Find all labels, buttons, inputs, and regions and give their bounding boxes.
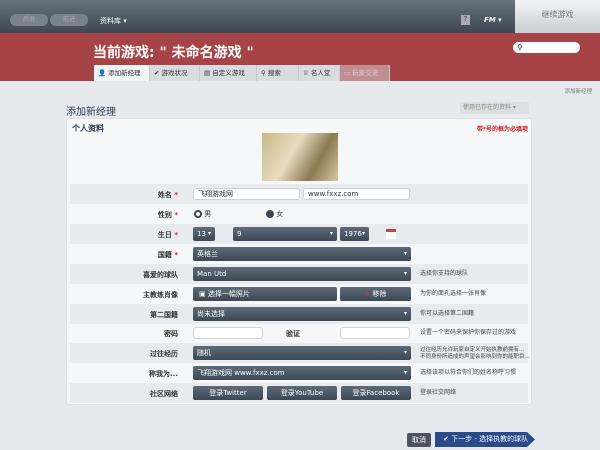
- manager-photo: [262, 133, 338, 181]
- top-bar: [0, 0, 600, 33]
- history-help-1: 过往经历允许玩家自定义开始执教前拥有...: [420, 347, 525, 353]
- tab-hall-of-fame[interactable]: ♕ 名人堂: [299, 65, 340, 81]
- next-step-button[interactable]: ✔ 下一步 - 选择执教的球队: [435, 432, 535, 447]
- library-label: 资料库: [100, 17, 121, 25]
- use-existing-label: 使用已存在的资料: [463, 104, 512, 111]
- tab-add-manager[interactable]: 👤 添加新经理: [94, 65, 150, 81]
- nationality-select[interactable]: 英格兰 ▾: [193, 247, 411, 261]
- chat-icon: ▭: [344, 69, 351, 77]
- portrait-help: 为你的面孔选择一张肖像: [420, 290, 487, 297]
- second-nat-select[interactable]: 尚未选择 ▾: [193, 307, 411, 321]
- image-icon: ▣: [199, 290, 206, 298]
- fav-team-label: 喜爱的球队: [143, 271, 178, 279]
- row-second-nat: 第二国籍 尚未选择 ▾ 你可以选择第二国籍: [70, 304, 528, 324]
- history-select[interactable]: 随机 ▾: [193, 346, 411, 360]
- row-dob: 生日 * 13 ▾ 9 ▾ 1976 ▾: [70, 224, 528, 244]
- continue-game-button[interactable]: 继续游戏: [515, 0, 600, 33]
- male-label: 男: [204, 210, 212, 218]
- row-history: 过往经历 随机 ▾ 过往经历允许玩家自定义开始执教前拥有... 不同身份所造成的声望…: [70, 343, 530, 363]
- tab-label: 玩家交流: [352, 69, 379, 77]
- breadcrumb: 添加新经理: [564, 89, 592, 95]
- password-input[interactable]: [193, 327, 263, 339]
- password-help: 设置一个密码来保护你保存过的游戏: [420, 329, 517, 336]
- row-portrait: 主教练肖像 ▣ 选择一幅照片 ✕ 移除 为你的面孔选择一张肖像: [70, 284, 528, 304]
- gender-label: 性别: [157, 211, 172, 219]
- next-step-label: 下一步 - 选择执教的球队: [451, 435, 529, 443]
- row-callme: 称我为... 飞翔游戏网 www.fxxz.com ▾ 选择该项以符合你们的姓名称…: [70, 363, 528, 383]
- youtube-login-button[interactable]: 登录YouTube: [267, 386, 337, 400]
- back-button[interactable]: 后退: [10, 14, 48, 26]
- remove-photo-button[interactable]: ✕ 移除: [340, 287, 411, 301]
- name-label: 姓名: [157, 191, 172, 199]
- fav-team-help: 选择你支持的球队: [420, 270, 469, 277]
- cancel-button[interactable]: 取消: [407, 433, 431, 447]
- row-password: 密码 验证 设置一个密码来保护你保存过的游戏: [70, 323, 528, 343]
- fav-team-select[interactable]: Man Utd ▾: [193, 267, 411, 281]
- help-button[interactable]: ?: [461, 15, 470, 25]
- callme-select[interactable]: 飞翔游戏网 www.fxxz.com ▾: [193, 366, 411, 380]
- tab-label: 名人堂: [310, 69, 331, 77]
- verify-label: 验证: [286, 330, 300, 338]
- facebook-login-button[interactable]: 登录Facebook: [341, 386, 411, 400]
- portrait-label: 主教练肖像: [143, 291, 178, 299]
- row-gender: 性别 * 男 女: [157, 209, 284, 219]
- tab-label: 搜索: [267, 69, 281, 77]
- tab-search[interactable]: ⚲ 搜索: [257, 65, 299, 81]
- tab-chat[interactable]: ▭ 玩家交流: [340, 65, 390, 81]
- fm-label: FM: [484, 16, 496, 24]
- row-name: 姓名 * 飞翔游戏网 www.fxxz.com: [70, 184, 528, 204]
- calendar-icon[interactable]: [386, 229, 396, 239]
- history-label: 过往经历: [150, 350, 178, 358]
- user-icon: 👤: [98, 69, 107, 77]
- social-help: 登录社交网络: [420, 389, 457, 396]
- callme-label: 称我为...: [149, 370, 178, 378]
- last-name-input[interactable]: www.fxxz.com: [303, 188, 410, 200]
- search-input[interactable]: ⚲: [513, 42, 580, 53]
- first-name-input[interactable]: 飞翔游戏网: [193, 188, 300, 200]
- verify-input[interactable]: [340, 327, 410, 339]
- row-fav-team: 喜爱的球队 Man Utd ▾ 选择你支持的球队: [70, 264, 528, 284]
- panel-title: 个人资料: [72, 124, 104, 133]
- required-note: 带*号的框为必填项: [476, 126, 528, 133]
- section-heading: 添加新经理: [66, 107, 116, 118]
- choose-photo-button[interactable]: ▣ 选择一幅照片: [193, 287, 337, 301]
- second-nat-label: 第二国籍: [150, 311, 178, 319]
- gender-female-radio[interactable]: 女: [266, 209, 283, 219]
- page-title: 当前游戏: " 未命名游戏 ": [93, 45, 254, 61]
- fm-menu[interactable]: FM ▾: [484, 16, 502, 24]
- search-icon: ⚲: [517, 43, 523, 52]
- gender-male-radio[interactable]: 男: [194, 209, 211, 219]
- twitter-login-button[interactable]: 登录Twitter: [193, 386, 263, 400]
- close-icon: ✕: [364, 290, 371, 298]
- check-icon: ✔: [443, 435, 449, 443]
- tab-custom-game[interactable]: ▤ 自定义游戏: [200, 65, 257, 81]
- day-select[interactable]: 13 ▾: [193, 227, 215, 241]
- row-nationality: 国籍 * 英格兰 ▾: [70, 244, 528, 264]
- trophy-icon: ♕: [303, 69, 309, 77]
- password-label: 密码: [164, 330, 178, 338]
- history-help-2: 不同身份所造成的声望会影响到你的能职目...: [420, 354, 530, 360]
- document-icon: ▤: [204, 69, 211, 77]
- forward-button[interactable]: 前进: [50, 14, 88, 26]
- nationality-label: 国籍: [157, 251, 172, 259]
- search-icon: ⚲: [261, 69, 266, 77]
- second-nat-help: 你可以选择第二国籍: [420, 310, 475, 317]
- month-select[interactable]: 9 ▾: [233, 227, 337, 241]
- tab-game-status[interactable]: ✔ 游戏状况: [150, 65, 200, 81]
- female-label: 女: [276, 210, 284, 218]
- dob-label: 生日: [157, 231, 172, 239]
- callme-help: 选择该项以符合你们的姓名称呼习惯: [420, 369, 517, 376]
- check-icon: ✔: [154, 69, 160, 77]
- use-existing-button[interactable]: 使用已存在的资料 ▾: [460, 102, 529, 114]
- tab-label: 游戏状况: [161, 69, 188, 77]
- social-label: 社区网络: [150, 390, 178, 398]
- library-menu[interactable]: 资料库 ▾: [100, 16, 127, 26]
- row-social: 社区网络 登录Twitter 登录YouTube 登录Facebook 登录社交…: [70, 383, 528, 403]
- year-select[interactable]: 1976 ▾: [340, 227, 369, 241]
- tab-label: 自定义游戏: [212, 69, 245, 77]
- tab-label: 添加新经理: [108, 69, 141, 77]
